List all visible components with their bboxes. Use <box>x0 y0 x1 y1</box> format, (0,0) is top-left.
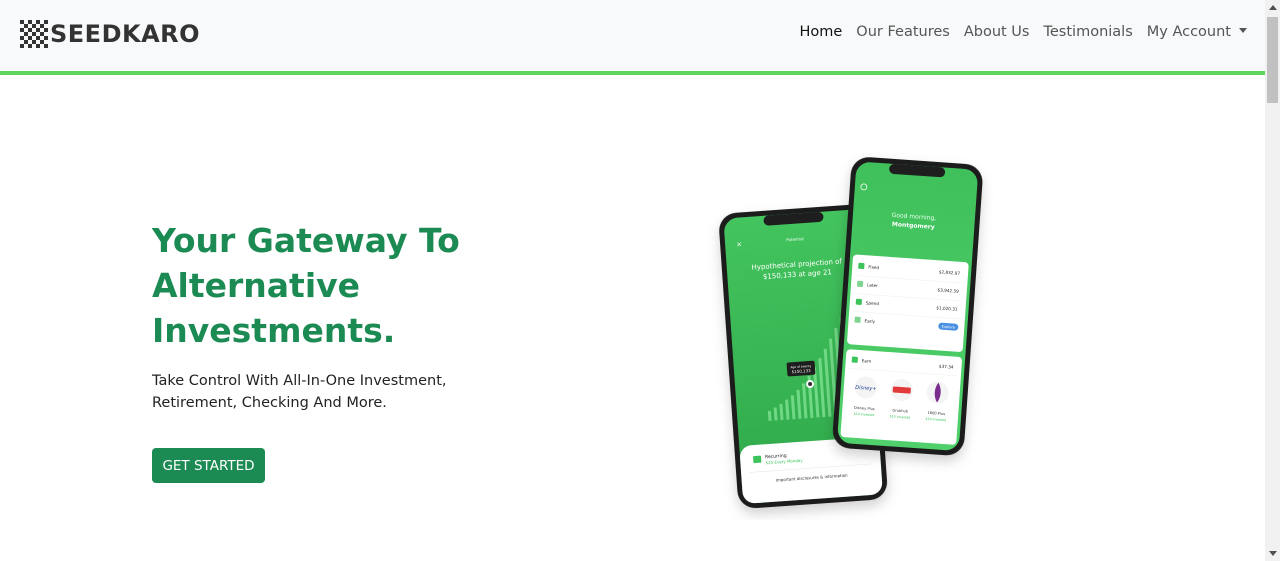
nav-about[interactable]: About Us <box>964 24 1030 40</box>
phone-front: Good morning, Montgomery Fixed $2,832.97… <box>832 157 983 456</box>
phone-front-earn-label: Earn <box>862 358 872 364</box>
phone-front-row-label: Later <box>867 282 878 288</box>
nav-my-account[interactable]: My Account <box>1147 24 1247 40</box>
navbar: SEEDKARO Home Our Features About Us Test… <box>0 0 1265 75</box>
hero-subtitle: Take Control With All-In-One Investment,… <box>152 373 447 411</box>
nav-features[interactable]: Our Features <box>856 24 950 40</box>
nav-testimonials[interactable]: Testimonials <box>1043 24 1132 40</box>
phone-front-earn-value: $37.34 <box>939 364 954 370</box>
phone-front-row-label: Fixed <box>868 264 880 270</box>
main-nav: Home Our Features About Us Testimonials … <box>785 24 1247 40</box>
nav-home[interactable]: Home <box>799 24 842 40</box>
hero-title: Your Gateway To Alternative Investments. <box>152 221 460 350</box>
scroll-thumb[interactable] <box>1267 17 1278 103</box>
nav-my-account-label: My Account <box>1146 24 1231 40</box>
brand-logo[interactable]: SEEDKARO <box>17 17 200 51</box>
page-scrollbar[interactable] <box>1265 0 1280 561</box>
app-phones-image: Potential × Hypothetical projection of $… <box>719 157 983 509</box>
phone-front-row-label: Early <box>864 318 875 324</box>
scroll-up-icon[interactable] <box>1269 5 1277 10</box>
scroll-down-icon[interactable] <box>1269 551 1277 556</box>
caret-down-icon <box>1239 28 1247 33</box>
brand-name: SEEDKARO <box>50 20 201 48</box>
svg-text:×: × <box>736 240 742 248</box>
phone-front-row-label: Spend <box>866 300 880 306</box>
get-started-button[interactable]: GET STARTED <box>152 448 265 483</box>
checker-logo-icon <box>20 20 48 48</box>
